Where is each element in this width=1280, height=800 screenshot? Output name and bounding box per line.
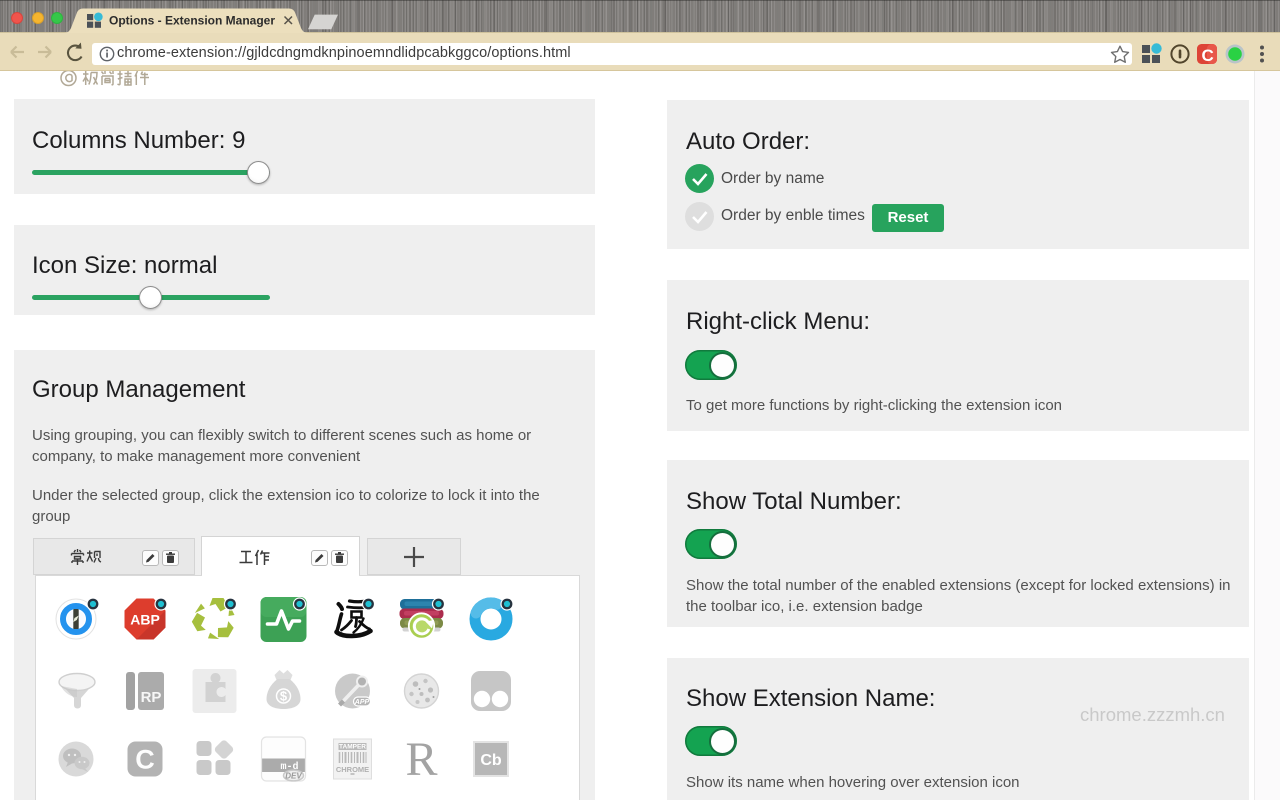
svg-text:C: C (1202, 46, 1214, 65)
svg-text:RP: RP (141, 689, 162, 706)
svg-text:R: R (405, 733, 437, 786)
svg-text:DEV: DEV (285, 772, 302, 781)
svg-text:$: $ (280, 689, 288, 704)
svg-text:TAMPER: TAMPER (339, 744, 366, 751)
svg-text:CHROME: CHROME (336, 765, 369, 774)
svg-text:ABP: ABP (130, 612, 160, 628)
svg-text:C: C (135, 745, 155, 775)
svg-text:Cb: Cb (480, 752, 502, 769)
svg-text:Options - Extension Manager: Options - Extension Manager (109, 14, 275, 28)
svg-text:APP: APP (354, 699, 370, 706)
